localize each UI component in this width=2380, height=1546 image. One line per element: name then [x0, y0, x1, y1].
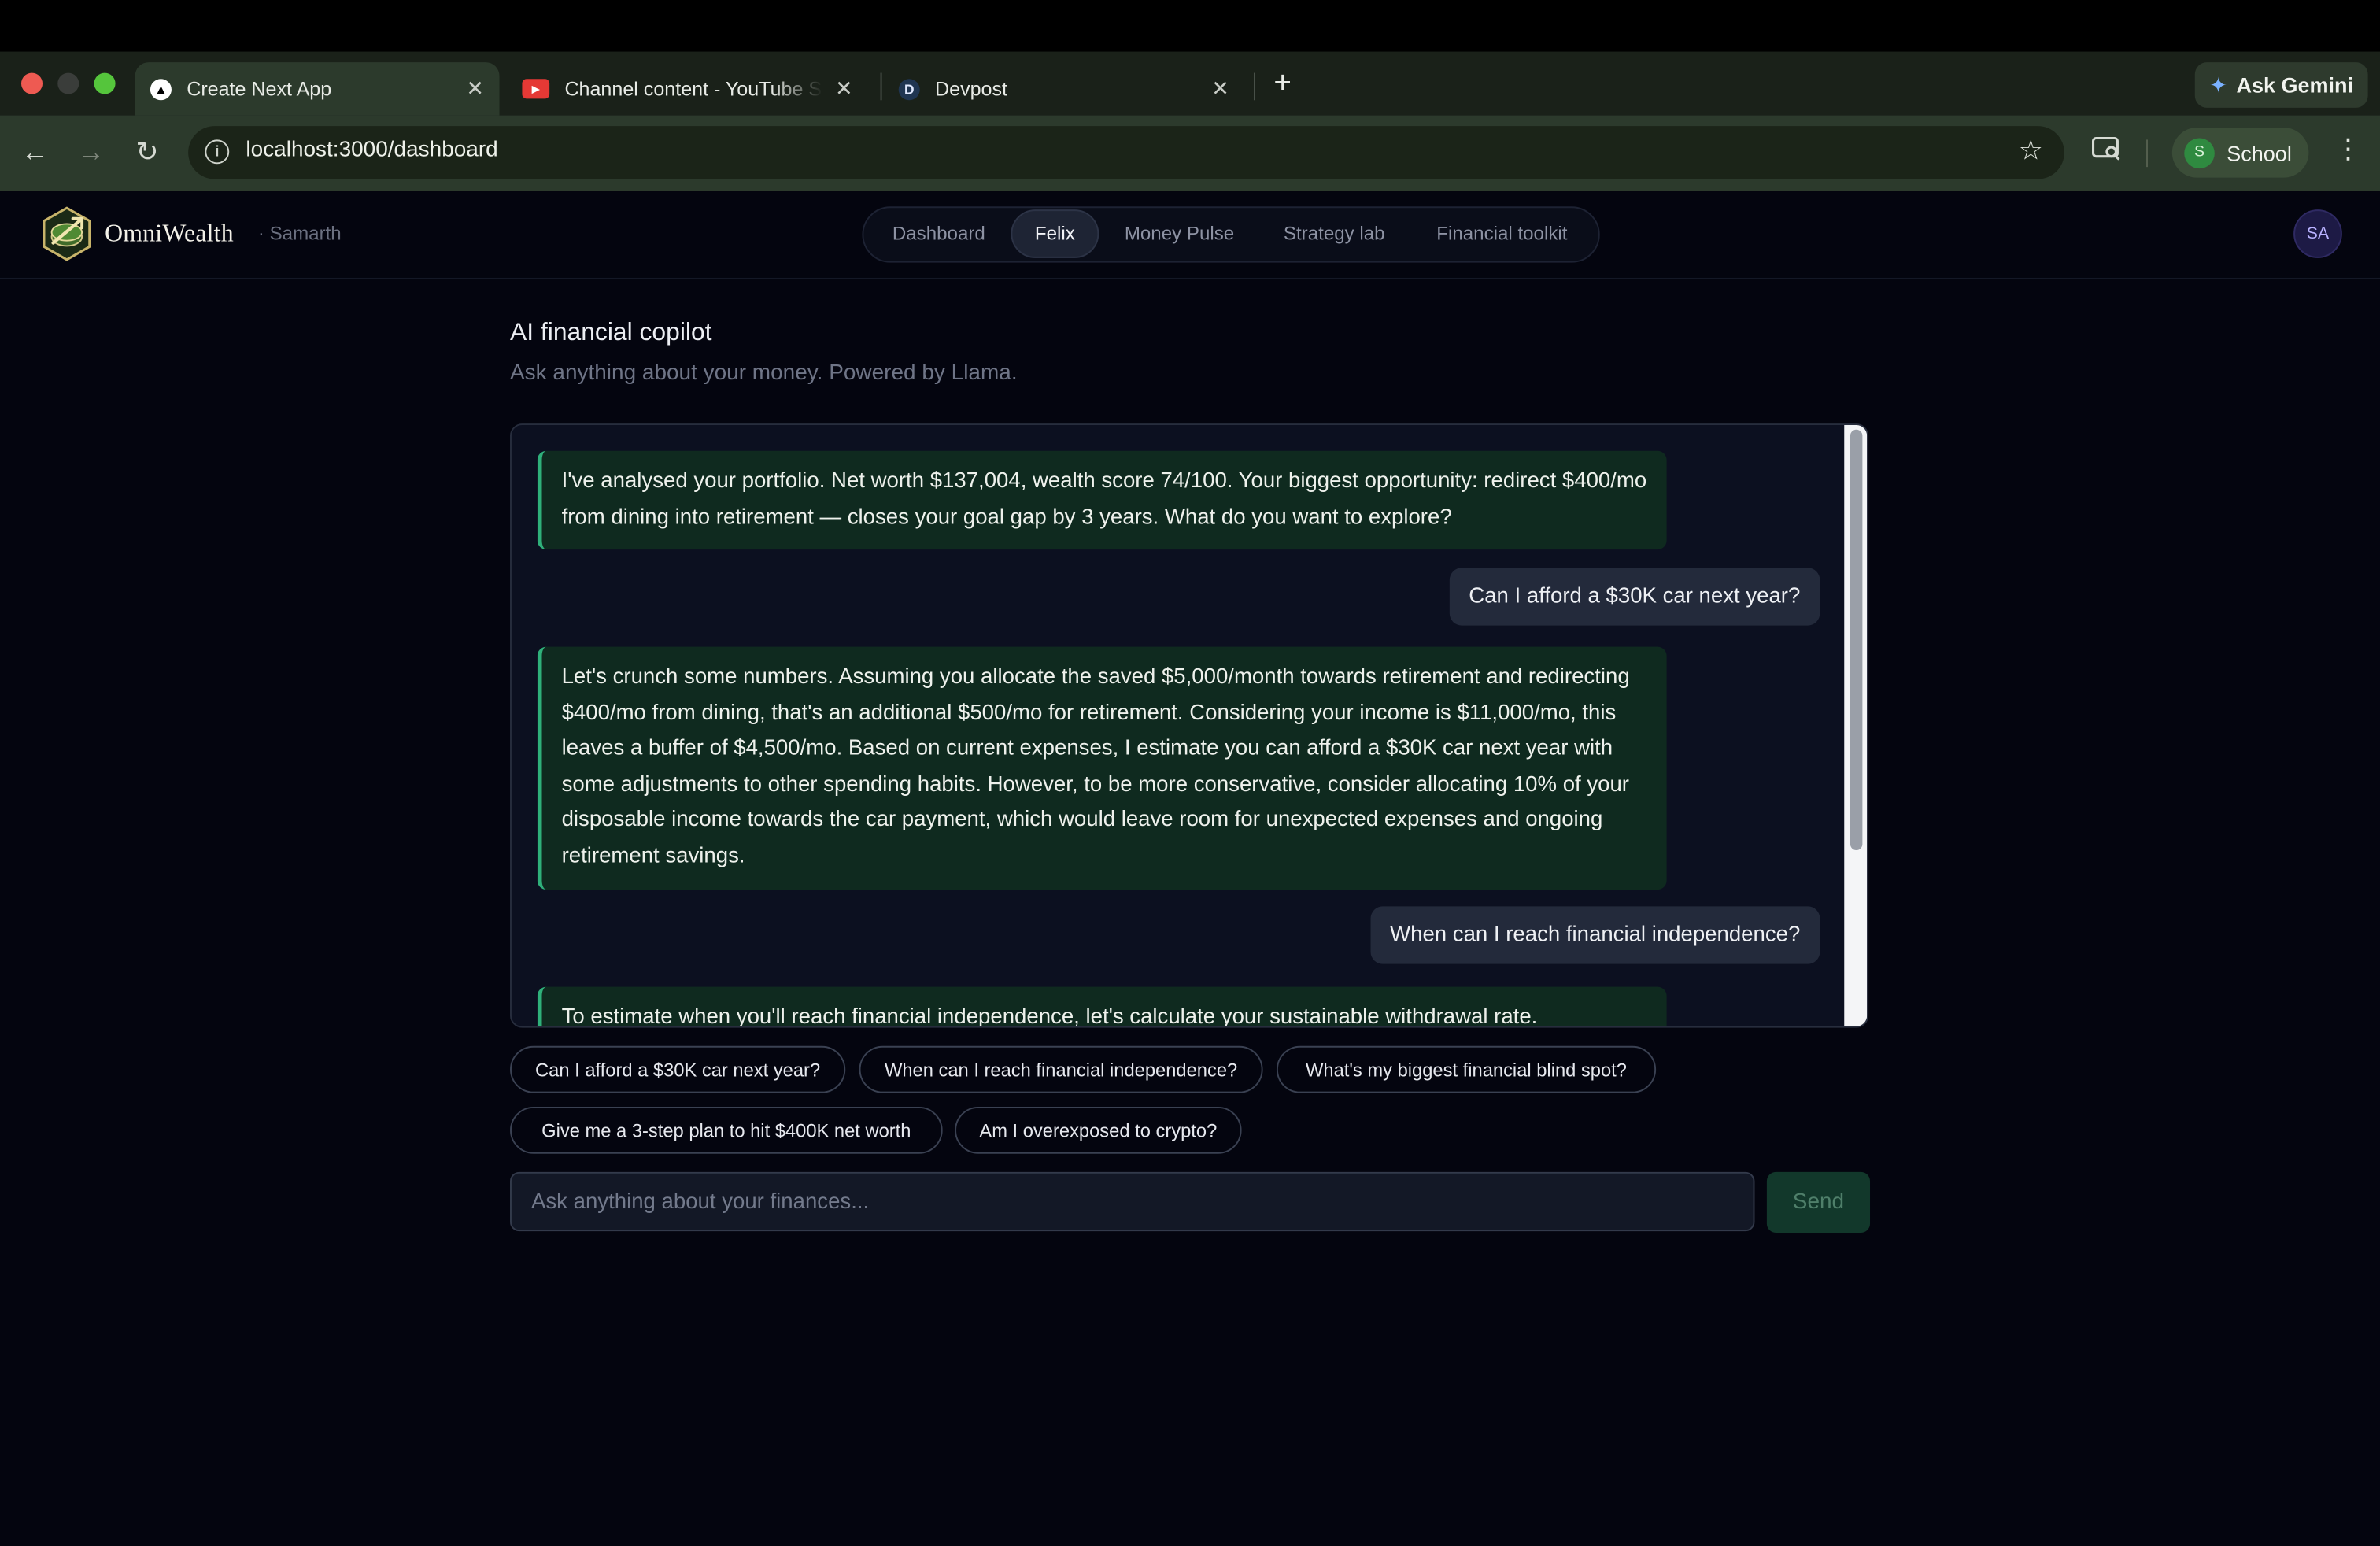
profile-avatar: S	[2184, 137, 2215, 168]
user-message: Can I afford a $30K car next year?	[1449, 568, 1820, 626]
close-window-button[interactable]	[21, 72, 43, 94]
tab-search-icon[interactable]	[2091, 135, 2123, 170]
gemini-sparkle-icon: ✦	[2209, 72, 2227, 97]
page-subtitle: Ask anything about your money. Powered b…	[510, 361, 1018, 386]
url-text[interactable]: localhost:3000/dashboard	[246, 139, 497, 163]
nav-dashboard[interactable]: Dashboard	[874, 209, 1003, 258]
brand-name[interactable]: OmniWealth	[105, 219, 234, 250]
nav-financial-toolkit[interactable]: Financial toolkit	[1416, 209, 1587, 258]
nav-strategy-lab[interactable]: Strategy lab	[1260, 209, 1409, 258]
tab-title: Create Next App	[187, 77, 332, 101]
triangle-icon: ▲	[150, 78, 172, 100]
tab-divider	[1254, 72, 1255, 101]
close-tab-icon[interactable]: ✕	[832, 76, 856, 102]
reload-icon[interactable]: ↻	[129, 134, 165, 170]
assistant-message: To estimate when you'll reach financial …	[537, 986, 1667, 1026]
tab-youtube-studio[interactable]: ▶ Channel content - YouTube Studio ✕	[510, 62, 868, 116]
tab-devpost[interactable]: D Devpost ✕	[886, 62, 1244, 116]
suggestion-chip[interactable]: When can I reach financial independence?	[859, 1045, 1263, 1093]
tab-title: Devpost	[935, 77, 1008, 101]
user-name: · Samarth	[257, 223, 342, 245]
assistant-message: I've analysed your portfolio. Net worth …	[537, 450, 1667, 550]
zoom-window-button[interactable]	[94, 72, 116, 94]
tab-create-next-app[interactable]: ▲ Create Next App ✕	[135, 62, 500, 116]
menu-bar-area	[0, 0, 2380, 52]
chat-window[interactable]: I've analysed your portfolio. Net worth …	[510, 423, 1869, 1028]
forward-arrow-icon[interactable]: →	[73, 134, 109, 170]
tab-title: Channel content - YouTube Studio	[564, 77, 822, 101]
toolbar-divider	[2146, 139, 2148, 168]
more-menu-icon[interactable]: ⋮	[2334, 134, 2362, 166]
devpost-icon: D	[898, 78, 920, 100]
nav-money-pulse[interactable]: Money Pulse	[1107, 209, 1252, 258]
suggestion-chip[interactable]: Am I overexposed to crypto?	[955, 1106, 1242, 1154]
chat-scrollbar[interactable]	[1844, 425, 1868, 1026]
chat-scrollbar-thumb[interactable]	[1850, 429, 1863, 851]
tab-divider	[880, 72, 882, 101]
youtube-icon: ▶	[522, 79, 550, 99]
minimize-window-button[interactable]	[57, 72, 79, 94]
nav-felix[interactable]: Felix	[1011, 209, 1099, 258]
send-button[interactable]: Send	[1766, 1171, 1871, 1233]
suggestion-chip[interactable]: Can I afford a $30K car next year?	[510, 1045, 846, 1093]
suggestion-chip[interactable]: What's my biggest financial blind spot?	[1276, 1045, 1657, 1093]
user-message: When can I reach financial independence?	[1370, 906, 1820, 964]
screen: ▲ Create Next App ✕ ▶ Channel content - …	[0, 0, 2380, 1545]
profile-button[interactable]: S School	[2171, 128, 2309, 178]
new-tab-button[interactable]: +	[1269, 67, 1296, 102]
close-tab-icon[interactable]: ✕	[1208, 76, 1232, 102]
page-title: AI financial copilot	[510, 319, 712, 346]
profile-name: School	[2227, 140, 2292, 165]
address-bar[interactable]: i localhost:3000/dashboard ☆	[188, 126, 2064, 179]
user-avatar[interactable]: SA	[2293, 209, 2342, 258]
bookmark-star-icon[interactable]: ☆	[2019, 135, 2043, 168]
omniwealth-logo-icon[interactable]	[39, 206, 94, 261]
suggestion-chip[interactable]: Give me a 3-step plan to hit $400K net w…	[510, 1106, 943, 1154]
back-arrow-icon[interactable]: ←	[17, 134, 53, 170]
ask-gemini-label: Ask Gemini	[2236, 72, 2354, 98]
assistant-message: Let's crunch some numbers. Assuming you …	[537, 646, 1667, 890]
chat-input[interactable]	[510, 1171, 1755, 1232]
site-info-icon[interactable]: i	[205, 139, 230, 165]
close-tab-icon[interactable]: ✕	[463, 76, 487, 102]
ask-gemini-button[interactable]: ✦ Ask Gemini	[2194, 62, 2368, 108]
